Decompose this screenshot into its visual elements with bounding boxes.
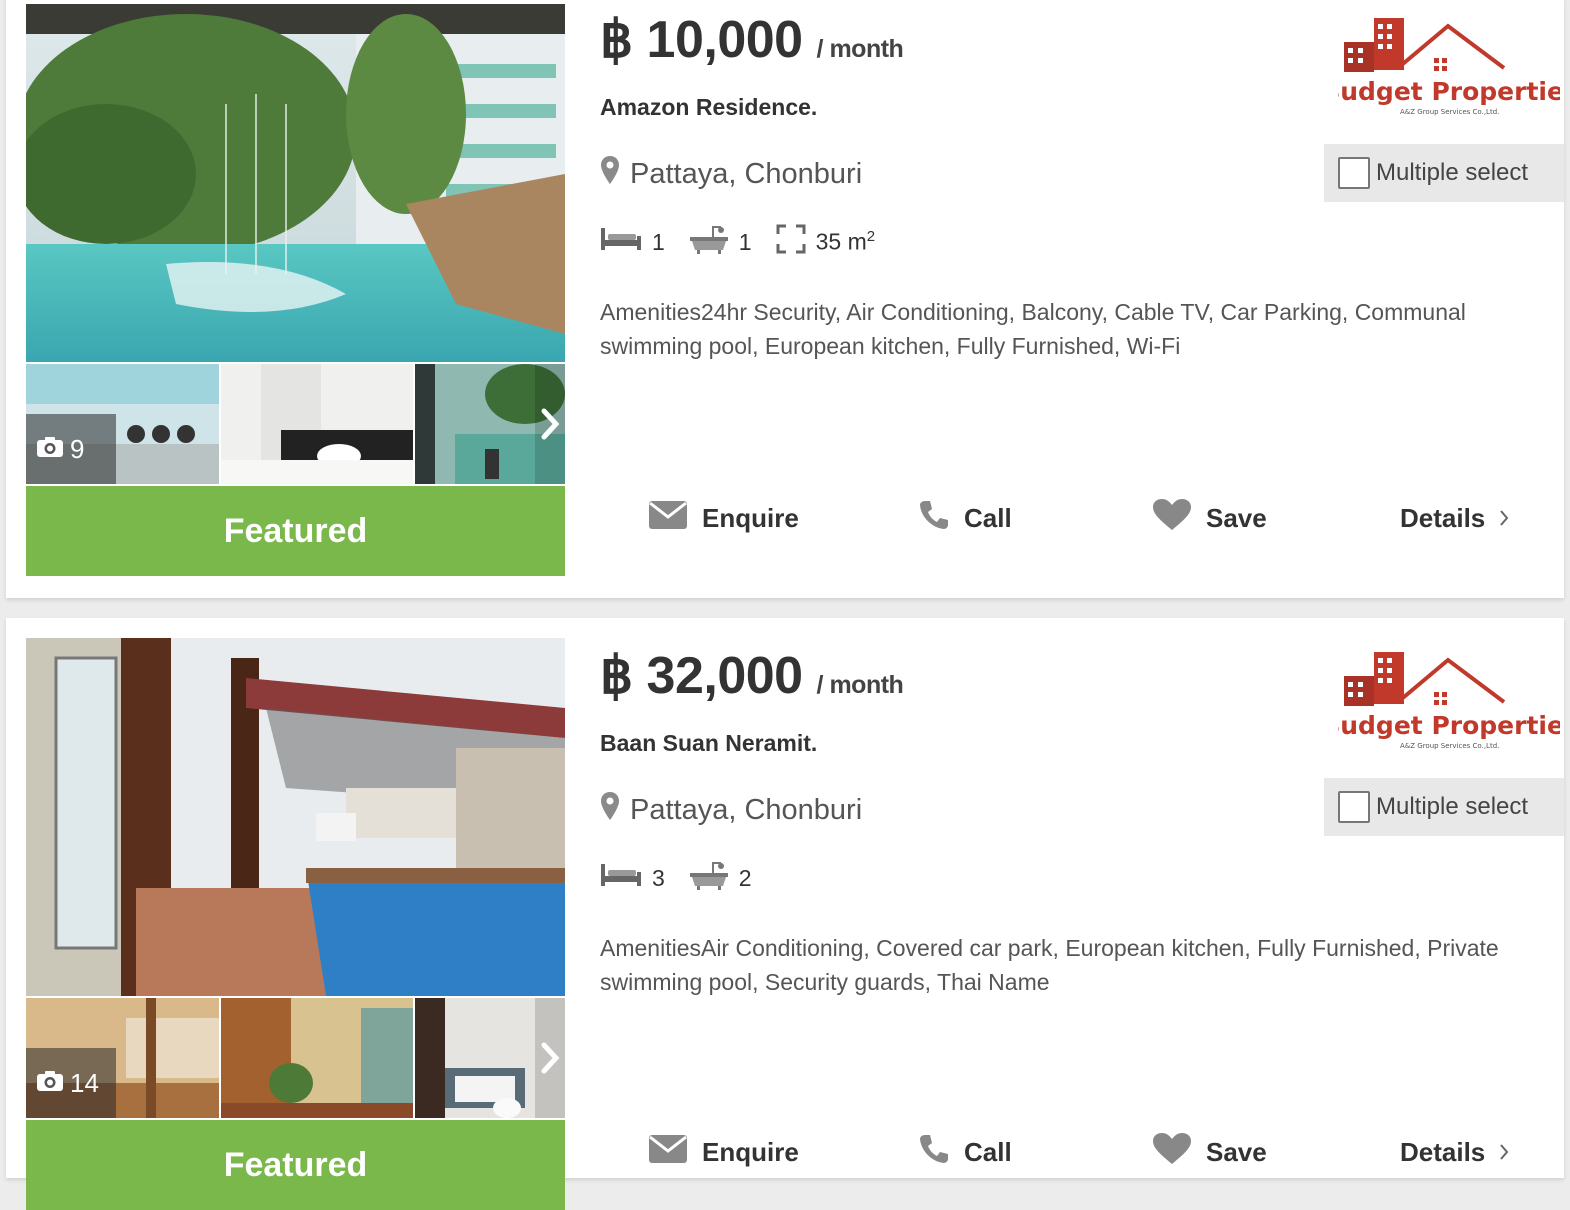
heart-icon: [1152, 498, 1192, 539]
area-icon: [776, 224, 806, 260]
currency-symbol: ฿: [600, 647, 633, 705]
featured-badge: Featured: [26, 486, 565, 576]
call-button[interactable]: Call: [918, 1133, 1012, 1172]
chevron-right-icon: [1499, 503, 1509, 534]
phone-icon: [918, 499, 950, 538]
logo-subtext: A&Z Group Services Co.,Ltd.: [1400, 108, 1499, 116]
chevron-right-icon[interactable]: [535, 364, 565, 484]
bed-icon: [600, 226, 642, 258]
save-button[interactable]: Save: [1152, 498, 1267, 539]
enquire-button[interactable]: Enquire: [648, 500, 799, 537]
agency-logo[interactable]: Budget Properties A&Z Group Services Co.…: [1321, 642, 1570, 772]
enquire-button[interactable]: Enquire: [648, 1134, 799, 1171]
listing-card: 14 Featured ฿ 32,000 / month Baan Suan N…: [6, 618, 1570, 1210]
bathrooms: 1: [689, 223, 752, 261]
thumbnail[interactable]: 14: [26, 998, 219, 1118]
price-period: / month: [816, 671, 904, 699]
agency-logo[interactable]: Budget Properties A&Z Group Services Co.…: [1321, 8, 1570, 138]
call-label: Call: [964, 1136, 1012, 1167]
specs: 1 1 35 m2: [600, 223, 1520, 261]
photo-gallery: 14 Featured: [26, 638, 565, 1210]
bath-icon: [689, 223, 729, 261]
main-photo[interactable]: [26, 638, 565, 996]
price-period: / month: [816, 35, 904, 63]
details-button[interactable]: Details: [1400, 1137, 1509, 1168]
call-label: Call: [964, 502, 1012, 533]
map-pin-icon: [600, 791, 620, 829]
heart-icon: [1152, 1132, 1192, 1173]
location-text: Pattaya, Chonburi: [630, 157, 863, 190]
envelope-icon: [648, 1134, 688, 1171]
details-label: Details: [1400, 502, 1486, 533]
area: 35 m2: [776, 224, 875, 260]
photo-count: 14: [70, 1067, 99, 1098]
photo-count: 9: [70, 433, 85, 464]
multiple-select-checkbox[interactable]: [1338, 791, 1370, 823]
bedroom-count: 3: [652, 864, 665, 891]
chevron-right-icon: [1499, 1137, 1509, 1168]
area-value: 35 m2: [815, 228, 876, 255]
logo-subtext: A&Z Group Services Co.,Ltd.: [1400, 742, 1499, 750]
price-value: 10,000: [646, 11, 804, 69]
bedrooms: 1: [600, 226, 665, 258]
envelope-icon: [648, 500, 688, 537]
map-pin-icon: [600, 155, 620, 193]
thumbnail[interactable]: [415, 364, 565, 484]
logo-text: Budget Properties: [1338, 711, 1560, 740]
save-label: Save: [1206, 502, 1267, 533]
multiple-select-checkbox[interactable]: [1338, 157, 1370, 189]
chevron-right-icon[interactable]: [535, 998, 565, 1118]
bathrooms: 2: [689, 859, 752, 897]
thumbnail[interactable]: [415, 998, 565, 1118]
thumbnail[interactable]: [221, 364, 413, 484]
thumbnail[interactable]: 9: [26, 364, 219, 484]
bed-icon: [600, 862, 642, 894]
bedroom-count: 1: [652, 228, 665, 255]
save-label: Save: [1206, 1136, 1267, 1167]
details-label: Details: [1400, 1136, 1486, 1167]
thumbnail[interactable]: [221, 998, 413, 1118]
enquire-label: Enquire: [702, 502, 799, 533]
phone-icon: [918, 1133, 950, 1172]
multiple-select-toggle[interactable]: Multiple select: [1324, 778, 1564, 836]
photo-count-badge: 14: [26, 1048, 116, 1118]
multiple-select-label: Multiple select: [1376, 793, 1529, 820]
camera-icon: [36, 434, 64, 465]
main-photo[interactable]: [26, 4, 565, 362]
bathroom-count: 1: [738, 228, 752, 255]
save-button[interactable]: Save: [1152, 1132, 1267, 1173]
listing-card: 9 Featured ฿ 10,000 / month Amazon Resid…: [6, 0, 1570, 598]
details-button[interactable]: Details: [1400, 503, 1509, 534]
thumbnail-strip: 14: [26, 998, 565, 1118]
call-button[interactable]: Call: [918, 499, 1012, 538]
amenities: AmenitiesAir Conditioning, Covered car p…: [600, 935, 1499, 995]
enquire-label: Enquire: [702, 1136, 799, 1167]
currency-symbol: ฿: [600, 11, 633, 69]
bedrooms: 3: [600, 862, 665, 894]
location-text: Pattaya, Chonburi: [630, 793, 863, 826]
price-value: 32,000: [646, 647, 804, 705]
multiple-select-label: Multiple select: [1376, 159, 1529, 186]
photo-count-badge: 9: [26, 414, 116, 484]
logo-text: Budget Properties: [1338, 77, 1560, 106]
multiple-select-toggle[interactable]: Multiple select: [1324, 144, 1564, 202]
bathroom-count: 2: [738, 864, 752, 891]
bath-icon: [689, 859, 729, 897]
specs: 3 2: [600, 859, 1520, 897]
featured-badge: Featured: [26, 1120, 565, 1210]
photo-gallery: 9 Featured: [26, 4, 565, 576]
thumbnail-strip: 9: [26, 364, 565, 484]
amenities: Amenities24hr Security, Air Conditioning…: [600, 299, 1466, 359]
camera-icon: [36, 1068, 64, 1099]
